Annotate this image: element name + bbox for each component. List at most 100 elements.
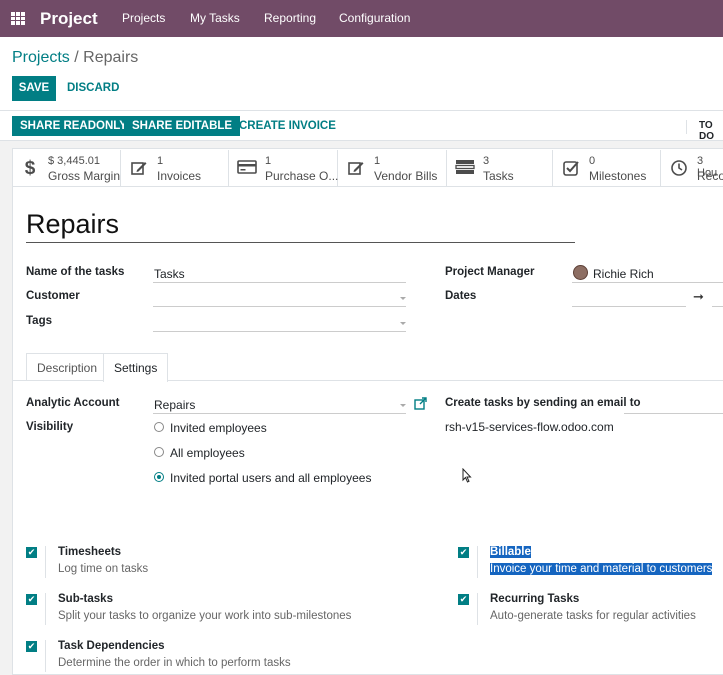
visibility-option-label: Invited portal users and all employees xyxy=(170,471,372,485)
smart-button-value: 1 xyxy=(265,155,272,167)
check-square-icon xyxy=(561,159,581,179)
visibility-radio-invited-employees[interactable] xyxy=(154,422,164,432)
smart-button-invoices[interactable]: 1 Invoices xyxy=(121,150,229,187)
tasks-icon xyxy=(455,159,475,179)
smart-buttons: $ $ 3,445.01 Gross Margin 1 Invoices 1 P… xyxy=(12,150,723,187)
breadcrumb-projects-link[interactable]: Projects xyxy=(12,49,70,66)
billable-checkbox[interactable]: ✔ xyxy=(458,547,469,558)
date-start-input[interactable] xyxy=(572,306,686,307)
apps-menu-icon[interactable] xyxy=(11,12,25,25)
tasks-name-underline xyxy=(153,282,406,283)
recurring-tasks-title: Recurring Tasks xyxy=(490,593,580,605)
menu-configuration[interactable]: Configuration xyxy=(339,11,410,25)
share-readonly-button[interactable]: SHARE READONLY xyxy=(12,116,135,136)
recurring-tasks-checkbox[interactable]: ✔ xyxy=(458,594,469,605)
tags-dropdown-icon[interactable] xyxy=(400,322,406,325)
dates-label: Dates xyxy=(445,290,477,302)
arrow-right-icon: ➞ xyxy=(693,289,704,304)
smart-button-vendor-bills[interactable]: 1 Vendor Bills xyxy=(338,150,447,187)
tags-input[interactable] xyxy=(153,331,406,332)
edit-icon xyxy=(346,159,366,179)
analytic-dropdown-icon[interactable] xyxy=(400,404,406,407)
subtasks-description: Split your tasks to organize your work i… xyxy=(58,610,352,622)
timesheets-title: Timesheets xyxy=(58,546,122,558)
setting-divider xyxy=(477,546,478,578)
smart-button-value: 1 xyxy=(374,155,381,167)
tags-label: Tags xyxy=(26,315,52,327)
tab-settings[interactable]: Settings xyxy=(103,353,169,382)
smart-button-label: Gross Margin xyxy=(48,169,121,183)
analytic-account-label: Analytic Account xyxy=(26,397,120,409)
create-invoice-button[interactable]: CREATE INVOICE xyxy=(231,116,344,136)
smart-button-value: $ 3,445.01 xyxy=(48,155,100,167)
timesheets-checkbox[interactable]: ✔ xyxy=(26,547,37,558)
discard-button[interactable]: DISCARD xyxy=(67,82,119,94)
mouse-cursor-icon xyxy=(462,467,472,486)
email-alias-label: Create tasks by sending an email to xyxy=(445,397,641,409)
task-dependencies-description: Determine the order in which to perform … xyxy=(58,657,291,669)
breadcrumb-separator: / xyxy=(74,49,79,66)
dollar-icon: $ xyxy=(24,158,36,179)
visibility-radio-all-employees[interactable] xyxy=(154,447,164,457)
smart-button-value: 3 xyxy=(483,155,490,167)
smart-button-value: 1 xyxy=(157,155,164,167)
customer-input[interactable] xyxy=(153,306,406,307)
setting-divider xyxy=(45,546,46,578)
setting-divider xyxy=(45,593,46,625)
menu-reporting[interactable]: Reporting xyxy=(264,11,316,25)
billable-description: Invoice your time and material to custom… xyxy=(490,563,713,575)
smart-button-tasks[interactable]: 3 Tasks xyxy=(447,150,553,187)
menu-projects[interactable]: Projects xyxy=(122,11,165,25)
setting-divider xyxy=(477,593,478,625)
smart-button-purchase-orders[interactable]: 1 Purchase O... xyxy=(229,150,338,187)
smart-button-label: Tasks xyxy=(483,169,514,183)
smart-button-value: 0 xyxy=(589,155,596,167)
subtasks-checkbox[interactable]: ✔ xyxy=(26,594,37,605)
project-name-input[interactable]: Repairs xyxy=(26,209,119,240)
visibility-radio-portal-and-employees[interactable] xyxy=(154,472,164,482)
share-editable-button[interactable]: SHARE EDITABLE xyxy=(124,116,241,136)
project-manager-underline xyxy=(572,282,723,283)
setting-divider xyxy=(45,640,46,672)
task-dependencies-checkbox[interactable]: ✔ xyxy=(26,641,37,652)
breadcrumb-current: Repairs xyxy=(83,49,139,66)
customer-label: Customer xyxy=(26,290,80,302)
timesheets-description: Log time on tasks xyxy=(58,563,149,575)
email-alias-input[interactable] xyxy=(624,413,723,414)
edit-icon xyxy=(129,159,149,179)
smart-button-gross-margin[interactable]: $ $ 3,445.01 Gross Margin xyxy=(12,150,121,187)
project-manager-input[interactable]: Richie Rich xyxy=(593,267,654,281)
smart-button-label: Vendor Bills xyxy=(374,169,438,183)
app-brand[interactable]: Project xyxy=(40,9,98,29)
avatar xyxy=(573,265,588,280)
smart-button-recorded-hours[interactable]: 3 Hou Reco xyxy=(661,150,723,187)
smart-button-label: Milestones xyxy=(589,169,647,183)
smart-button-label: Purchase O... xyxy=(265,169,339,183)
recurring-tasks-description: Auto-generate tasks for regular activiti… xyxy=(490,610,696,622)
breadcrumb: Projects / Repairs xyxy=(12,49,138,67)
date-end-input[interactable] xyxy=(712,306,723,307)
email-domain: rsh-v15-services-flow.odoo.com xyxy=(445,420,614,434)
task-dependencies-title: Task Dependencies xyxy=(58,640,165,652)
menu-my-tasks[interactable]: My Tasks xyxy=(190,11,240,25)
clock-icon xyxy=(669,159,689,179)
top-navbar: Project Projects My Tasks Reporting Conf… xyxy=(0,0,723,37)
credit-card-icon xyxy=(237,159,257,179)
analytic-account-input[interactable]: Repairs xyxy=(154,398,195,412)
visibility-label: Visibility xyxy=(26,421,74,433)
tasks-name-input[interactable]: Tasks xyxy=(154,267,185,281)
save-button[interactable]: SAVE xyxy=(12,76,56,101)
external-link-icon[interactable] xyxy=(414,397,427,413)
analytic-account-underline xyxy=(153,413,406,414)
smart-button-label: Invoices xyxy=(157,169,202,183)
visibility-option-label: Invited employees xyxy=(170,421,267,435)
tab-description[interactable]: Description xyxy=(26,353,109,381)
status-bar: SHARE READONLY SHARE EDITABLE CREATE INV… xyxy=(0,110,723,142)
customer-dropdown-icon[interactable] xyxy=(400,297,406,300)
title-underline xyxy=(26,242,575,243)
billable-title: Billable xyxy=(490,546,531,558)
smart-button-label: Reco xyxy=(697,169,723,183)
smart-button-milestones[interactable]: 0 Milestones xyxy=(553,150,661,187)
stage-todo[interactable]: TO DO xyxy=(686,120,723,142)
subtasks-title: Sub-tasks xyxy=(58,593,113,605)
